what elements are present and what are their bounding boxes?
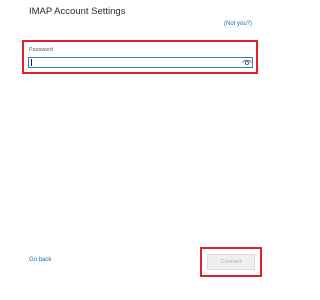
- not-you-link[interactable]: (Not you?): [224, 21, 252, 27]
- go-back-link[interactable]: Go back: [29, 257, 51, 263]
- text-caret: [31, 59, 32, 66]
- connect-button[interactable]: Connect: [207, 254, 255, 270]
- eye-icon[interactable]: [242, 58, 252, 67]
- page-title: IMAP Account Settings: [29, 6, 126, 17]
- password-label: Password: [29, 47, 54, 53]
- password-input[interactable]: [28, 57, 253, 68]
